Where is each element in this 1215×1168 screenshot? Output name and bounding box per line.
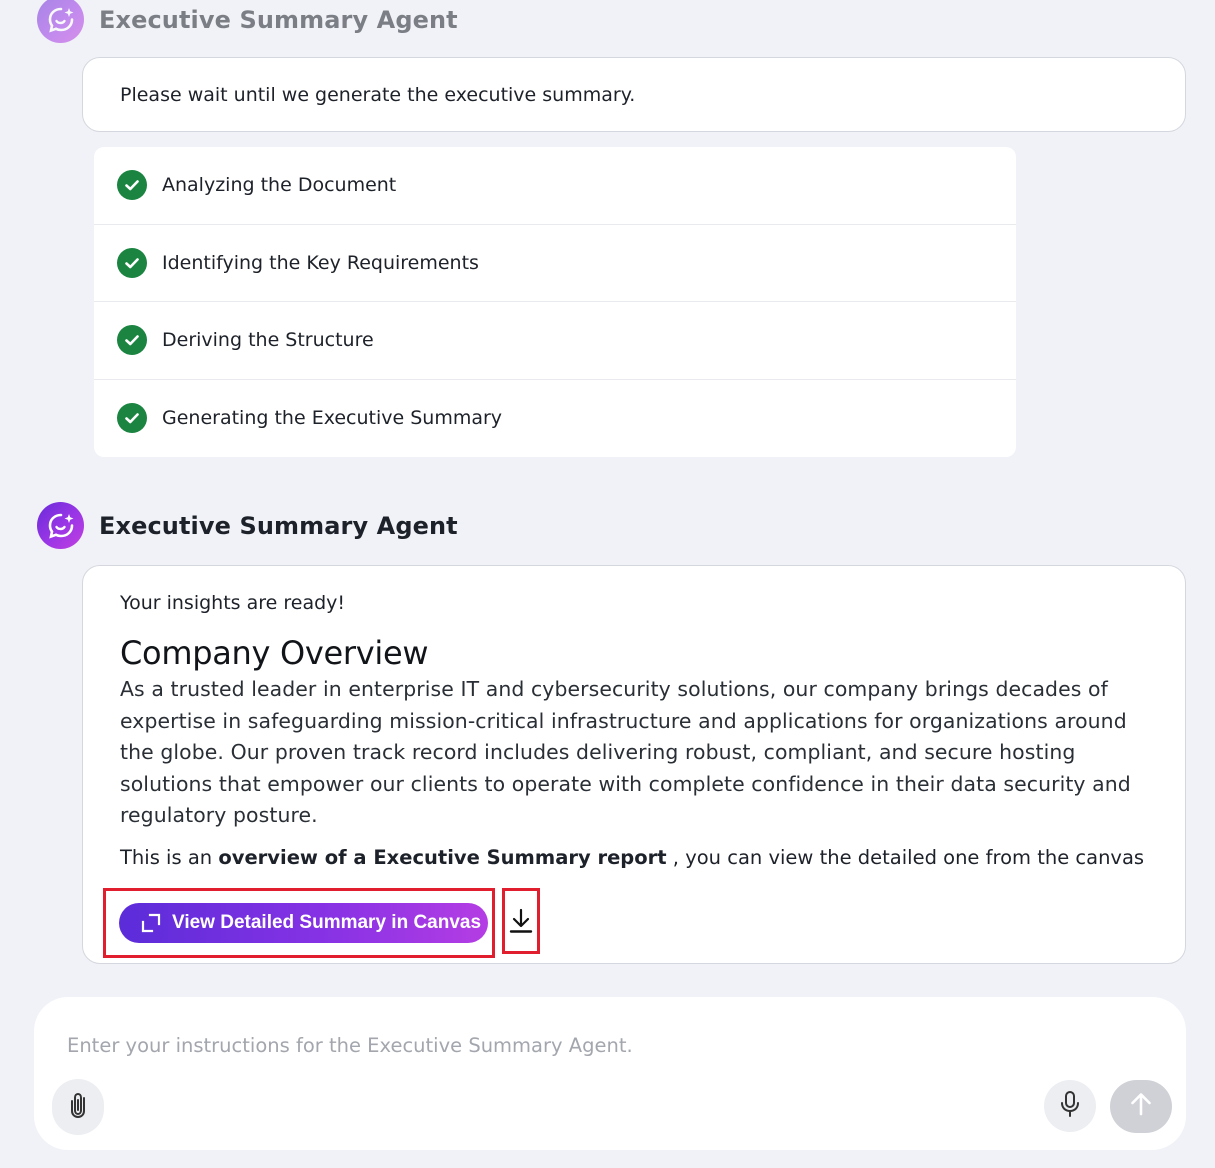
agent-name: Executive Summary Agent [99, 511, 458, 540]
check-circle-icon [117, 247, 147, 278]
view-in-canvas-button[interactable]: View Detailed Summary in Canvas [119, 903, 488, 943]
result-intro: Your insights are ready! [120, 592, 346, 614]
step-item: Generating the Executive Summary [94, 380, 1016, 458]
agent-header-previous: Executive Summary Agent [37, 0, 458, 43]
expand-icon [141, 913, 161, 933]
section-paragraph: As a trusted leader in enterprise IT and… [120, 677, 1131, 828]
step-label: Identifying the Key Requirements [162, 251, 479, 274]
overview-suffix: , you can view the detailed one from the… [666, 845, 1145, 869]
step-item: Identifying the Key Requirements [94, 225, 1016, 302]
arrow-up-icon [1129, 1091, 1153, 1122]
attach-button[interactable] [52, 1079, 104, 1135]
view-in-canvas-label: View Detailed Summary in Canvas [172, 912, 482, 933]
action-row: View Detailed Summary in Canvas [103, 888, 540, 958]
wait-message-text: Please wait until we generate the execut… [120, 83, 636, 106]
step-item: Deriving the Structure [94, 302, 1016, 380]
chat-sparkle-icon [37, 0, 84, 43]
instructions-input[interactable] [67, 1030, 967, 1060]
check-circle-icon [117, 403, 147, 434]
paperclip-icon [67, 1091, 89, 1124]
highlight-box: View Detailed Summary in Canvas [103, 888, 495, 958]
check-circle-icon [117, 170, 147, 201]
step-label: Generating the Executive Summary [162, 407, 503, 430]
send-button[interactable] [1110, 1080, 1172, 1133]
wait-message-bubble: Please wait until we generate the execut… [82, 57, 1186, 132]
microphone-icon [1059, 1090, 1081, 1123]
progress-steps-list: Analyzing the Document Identifying the K… [94, 147, 1016, 457]
chat-sparkle-icon [37, 502, 84, 549]
step-label: Deriving the Structure [162, 329, 374, 352]
download-icon[interactable] [509, 908, 533, 934]
overview-bold: overview of a Executive Summary report [218, 845, 667, 869]
agent-header: Executive Summary Agent [37, 502, 458, 549]
section-heading: Company Overview [120, 634, 429, 672]
microphone-button[interactable] [1044, 1080, 1096, 1132]
highlight-box [502, 888, 540, 954]
overview-prefix: This is an [120, 845, 219, 869]
message-composer [34, 997, 1186, 1150]
overview-note: This is an overview of a Executive Summa… [120, 846, 1148, 869]
result-message-bubble: Your insights are ready! Company Overvie… [82, 565, 1186, 964]
step-item: Analyzing the Document [94, 147, 1016, 225]
check-circle-icon [117, 325, 147, 356]
step-label: Analyzing the Document [162, 174, 397, 197]
agent-name: Executive Summary Agent [99, 5, 458, 34]
